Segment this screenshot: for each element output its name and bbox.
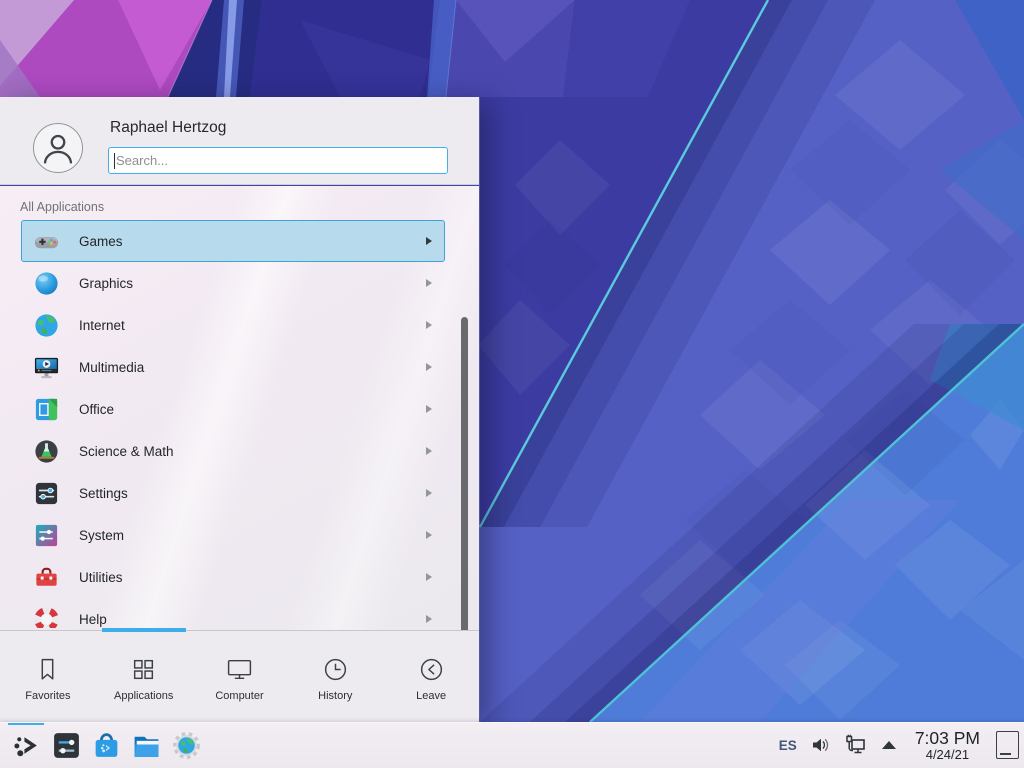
tab-leave[interactable]: Leave [383, 631, 479, 722]
flask-icon [33, 438, 60, 465]
category-row-games[interactable]: Games [21, 220, 445, 262]
text-caret [114, 153, 115, 169]
submenu-arrow-icon [426, 405, 432, 413]
desktop: Raphael Hertzog All Applications [0, 0, 1024, 768]
volume-icon[interactable] [809, 733, 833, 757]
clock-time: 7:03 PM [915, 729, 980, 747]
tab-label: Computer [215, 690, 263, 702]
taskbar-panel: ES 7:0 [0, 722, 1024, 768]
tab-computer[interactable]: Computer [192, 631, 288, 722]
submenu-arrow-icon [426, 279, 432, 287]
section-label: All Applications [0, 186, 479, 220]
submenu-arrow-icon [426, 447, 432, 455]
submenu-arrow-icon [426, 615, 432, 623]
category-row-graphics[interactable]: Graphics [21, 262, 445, 304]
user-name: Raphael Hertzog [110, 119, 226, 137]
category-row-system[interactable]: System [21, 514, 445, 556]
grid-icon [130, 656, 157, 683]
user-avatar[interactable] [33, 123, 83, 173]
submenu-arrow-icon [426, 363, 432, 371]
toolbox-icon [33, 564, 60, 591]
tab-favorites[interactable]: Favorites [0, 631, 96, 722]
search-input[interactable] [116, 148, 447, 173]
category-label: System [79, 528, 124, 543]
active-tab-indicator [102, 628, 186, 632]
app-launcher-kicker-icon [11, 730, 42, 761]
category-row-internet[interactable]: Internet [21, 304, 445, 346]
category-label: Settings [79, 486, 128, 501]
file-manager-button[interactable] [126, 723, 166, 768]
submenu-arrow-icon [426, 237, 432, 245]
category-row-office[interactable]: Office [21, 388, 445, 430]
globe-gear-browser-icon [171, 730, 202, 761]
category-list: Games Graphics [21, 220, 445, 628]
user-icon [34, 124, 82, 172]
category-label: Games [79, 234, 123, 249]
category-row-multimedia[interactable]: Multimedia [21, 346, 445, 388]
category-label: Internet [79, 318, 125, 333]
category-row-settings[interactable]: Settings [21, 472, 445, 514]
gamepad-icon [33, 228, 60, 255]
bookmark-icon [34, 656, 61, 683]
submenu-arrow-icon [426, 573, 432, 581]
sphere-icon [33, 270, 60, 297]
tab-history[interactable]: History [287, 631, 383, 722]
system-settings-icon [51, 730, 82, 761]
search-field[interactable] [108, 147, 448, 174]
submenu-arrow-icon [426, 489, 432, 497]
monitor-play-icon [33, 354, 60, 381]
submenu-arrow-icon [426, 321, 432, 329]
sliders-icon [33, 480, 60, 507]
discover-button[interactable] [86, 723, 126, 768]
category-label: Office [79, 402, 114, 417]
tray-expand-arrow-icon[interactable] [877, 733, 901, 757]
tab-applications[interactable]: Applications [96, 631, 192, 722]
category-label: Help [79, 612, 107, 627]
category-row-science-math[interactable]: Science & Math [21, 430, 445, 472]
active-task-indicator [8, 723, 44, 726]
system-settings-button[interactable] [46, 723, 86, 768]
clock[interactable]: 7:03 PM 4/24/21 [911, 729, 984, 761]
globe-icon [33, 312, 60, 339]
submenu-arrow-icon [426, 531, 432, 539]
launcher-header: Raphael Hertzog [0, 97, 479, 185]
scrollbar[interactable] [461, 317, 468, 630]
show-desktop-button[interactable] [996, 731, 1019, 759]
show-desktop-glyph [1000, 753, 1011, 755]
folder-file-manager-icon [131, 730, 162, 761]
launcher-body: All Applications Ga [0, 186, 479, 630]
tab-label: Applications [114, 690, 173, 702]
category-label: Graphics [79, 276, 133, 291]
tab-bar: Favorites Applications [0, 630, 479, 722]
browser-button[interactable] [166, 723, 206, 768]
leave-icon [418, 656, 445, 683]
clock-icon [322, 656, 349, 683]
system-sliders-icon [33, 522, 60, 549]
clock-date: 4/24/21 [926, 748, 969, 762]
app-launcher-button[interactable] [6, 723, 46, 768]
lifebuoy-icon [33, 606, 60, 629]
category-label: Utilities [79, 570, 123, 585]
discover-bag-icon [91, 730, 122, 761]
tab-label: History [318, 690, 352, 702]
network-icon[interactable] [843, 733, 867, 757]
category-row-help[interactable]: Help [21, 598, 445, 628]
keyboard-layout-indicator[interactable]: ES [777, 738, 799, 753]
tab-label: Favorites [25, 690, 70, 702]
tab-label: Leave [416, 690, 446, 702]
category-label: Multimedia [79, 360, 144, 375]
computer-icon [226, 656, 253, 683]
category-row-utilities[interactable]: Utilities [21, 556, 445, 598]
document-icon [33, 396, 60, 423]
application-launcher-menu: Raphael Hertzog All Applications [0, 97, 480, 722]
category-label: Science & Math [79, 444, 174, 459]
system-tray: ES 7:0 [777, 729, 1019, 761]
